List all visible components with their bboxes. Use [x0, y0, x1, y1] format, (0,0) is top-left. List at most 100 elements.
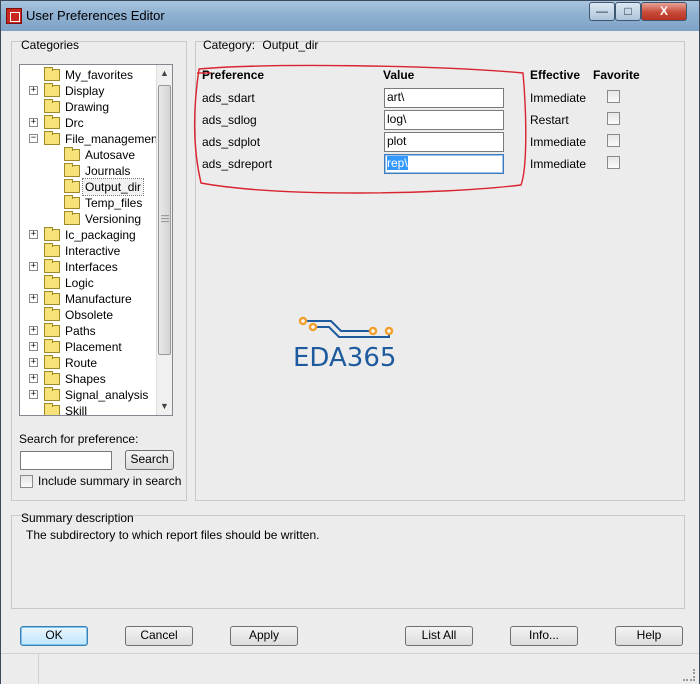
tree-item[interactable]: Skill	[20, 403, 156, 416]
folder-icon	[64, 163, 80, 177]
ok-button[interactable]: OK	[20, 626, 88, 646]
tree-item[interactable]: My_favorites	[20, 67, 156, 83]
expand-icon[interactable]: +	[29, 294, 38, 303]
effective-label: Immediate	[530, 157, 587, 171]
column-favorite: Favorite	[593, 68, 640, 82]
tree-item[interactable]: + Ic_packaging	[20, 227, 156, 243]
tree-item-label: Interactive	[65, 244, 121, 258]
folder-icon	[64, 195, 80, 209]
expand-icon[interactable]: +	[29, 326, 38, 335]
expand-icon[interactable]: +	[29, 262, 38, 271]
tree-item[interactable]: + Manufacture	[20, 291, 156, 307]
folder-icon	[64, 179, 80, 193]
include-summary-label: Include summary in search	[38, 474, 182, 488]
tree-item-label: Drawing	[65, 100, 110, 114]
include-summary-checkbox[interactable]	[20, 475, 33, 488]
folder-icon	[44, 227, 60, 241]
help-button[interactable]: Help	[615, 626, 683, 646]
column-effective: Effective	[530, 68, 581, 82]
folder-icon	[44, 83, 60, 97]
tree-item[interactable]: + Drc	[20, 115, 156, 131]
tree-item[interactable]: Drawing	[20, 99, 156, 115]
expand-icon[interactable]: +	[29, 390, 38, 399]
eda365-logo: EDA365	[293, 313, 409, 373]
tree-item-label: Placement	[65, 340, 122, 354]
summary-label: Summary description	[21, 511, 134, 525]
expand-icon[interactable]: +	[29, 230, 38, 239]
folder-icon	[44, 307, 60, 321]
effective-label: Immediate	[530, 91, 587, 105]
folder-icon	[44, 259, 60, 273]
folder-icon	[44, 243, 60, 257]
tree-item[interactable]: Obsolete	[20, 307, 156, 323]
tree-item[interactable]: Output_dir	[20, 178, 156, 196]
search-label: Search for preference:	[19, 432, 139, 446]
tree-item[interactable]: + Route	[20, 355, 156, 371]
tree-item[interactable]: + Placement	[20, 339, 156, 355]
tree-item[interactable]: Versioning	[20, 211, 156, 227]
title-bar[interactable]: User Preferences Editor — □ X	[1, 1, 699, 31]
effective-label: Restart	[530, 113, 569, 127]
summary-text: The subdirectory to which report files s…	[26, 528, 320, 542]
preferences-window: User Preferences Editor — □ X Categories…	[0, 0, 700, 684]
tree-item[interactable]: Autosave	[20, 147, 156, 163]
expand-icon[interactable]: +	[29, 374, 38, 383]
collapse-icon[interactable]: −	[29, 134, 38, 143]
list-all-button[interactable]: List All	[405, 626, 473, 646]
tree-item[interactable]: + Interfaces	[20, 259, 156, 275]
tree-item-label: Interfaces	[65, 260, 118, 274]
scroll-thumb[interactable]: — — —	[158, 85, 171, 355]
watermark-text: EDA365	[293, 343, 397, 373]
tree-item-label: Temp_files	[85, 196, 143, 210]
status-divider	[38, 654, 39, 684]
tree-item-label: Skill	[65, 404, 88, 416]
folder-icon	[44, 339, 60, 353]
tree-item-label: Logic	[65, 276, 94, 290]
tree-item[interactable]: Interactive	[20, 243, 156, 259]
expand-icon[interactable]: +	[29, 342, 38, 351]
expand-icon[interactable]: +	[29, 86, 38, 95]
cancel-button[interactable]: Cancel	[125, 626, 193, 646]
resize-grip-icon[interactable]	[683, 669, 695, 681]
scroll-up-arrow-icon[interactable]: ▲	[157, 65, 172, 81]
minimize-button[interactable]: —	[589, 2, 615, 21]
tree-item-label: My_favorites	[65, 68, 134, 82]
favorite-checkbox[interactable]	[607, 90, 620, 103]
info-button[interactable]: Info...	[510, 626, 578, 646]
expand-icon[interactable]: +	[29, 358, 38, 367]
apply-button[interactable]: Apply	[230, 626, 298, 646]
tree-item-label: Output_dir	[81, 178, 145, 196]
tree-item[interactable]: + Paths	[20, 323, 156, 339]
tree-item-label: Journals	[85, 164, 131, 178]
circuit-trace-icon	[298, 316, 394, 338]
folder-icon	[44, 387, 60, 401]
expand-icon[interactable]: +	[29, 118, 38, 127]
tree-item-label: Autosave	[85, 148, 136, 162]
tree-item[interactable]: Temp_files	[20, 195, 156, 211]
favorite-checkbox[interactable]	[607, 156, 620, 169]
close-button[interactable]: X	[641, 2, 687, 21]
tree-scrollbar[interactable]: ▲ — — — ▼	[156, 65, 172, 415]
tree-item-label: Display	[65, 84, 105, 98]
search-input[interactable]	[20, 451, 112, 470]
app-icon	[6, 8, 22, 24]
tree-item[interactable]: + Display	[20, 83, 156, 99]
maximize-button[interactable]: □	[615, 2, 641, 21]
tree-item[interactable]: + Signal_analysis	[20, 387, 156, 403]
favorite-checkbox[interactable]	[607, 134, 620, 147]
tree-item-label: Versioning	[85, 212, 142, 226]
tree-item[interactable]: Journals	[20, 163, 156, 179]
favorite-checkbox[interactable]	[607, 112, 620, 125]
scroll-down-arrow-icon[interactable]: ▼	[157, 398, 172, 414]
folder-icon	[44, 99, 60, 113]
tree-item[interactable]: Logic	[20, 275, 156, 291]
tree-item-label: Obsolete	[65, 308, 114, 322]
folder-icon	[44, 371, 60, 385]
status-bar	[1, 653, 699, 684]
tree-item[interactable]: + Shapes	[20, 371, 156, 387]
search-button[interactable]: Search	[125, 450, 174, 470]
tree-item-label: Shapes	[65, 372, 106, 386]
tree-item[interactable]: − File_management	[20, 131, 161, 147]
folder-icon	[64, 147, 80, 161]
scroll-grip-icon: — — —	[161, 211, 169, 226]
